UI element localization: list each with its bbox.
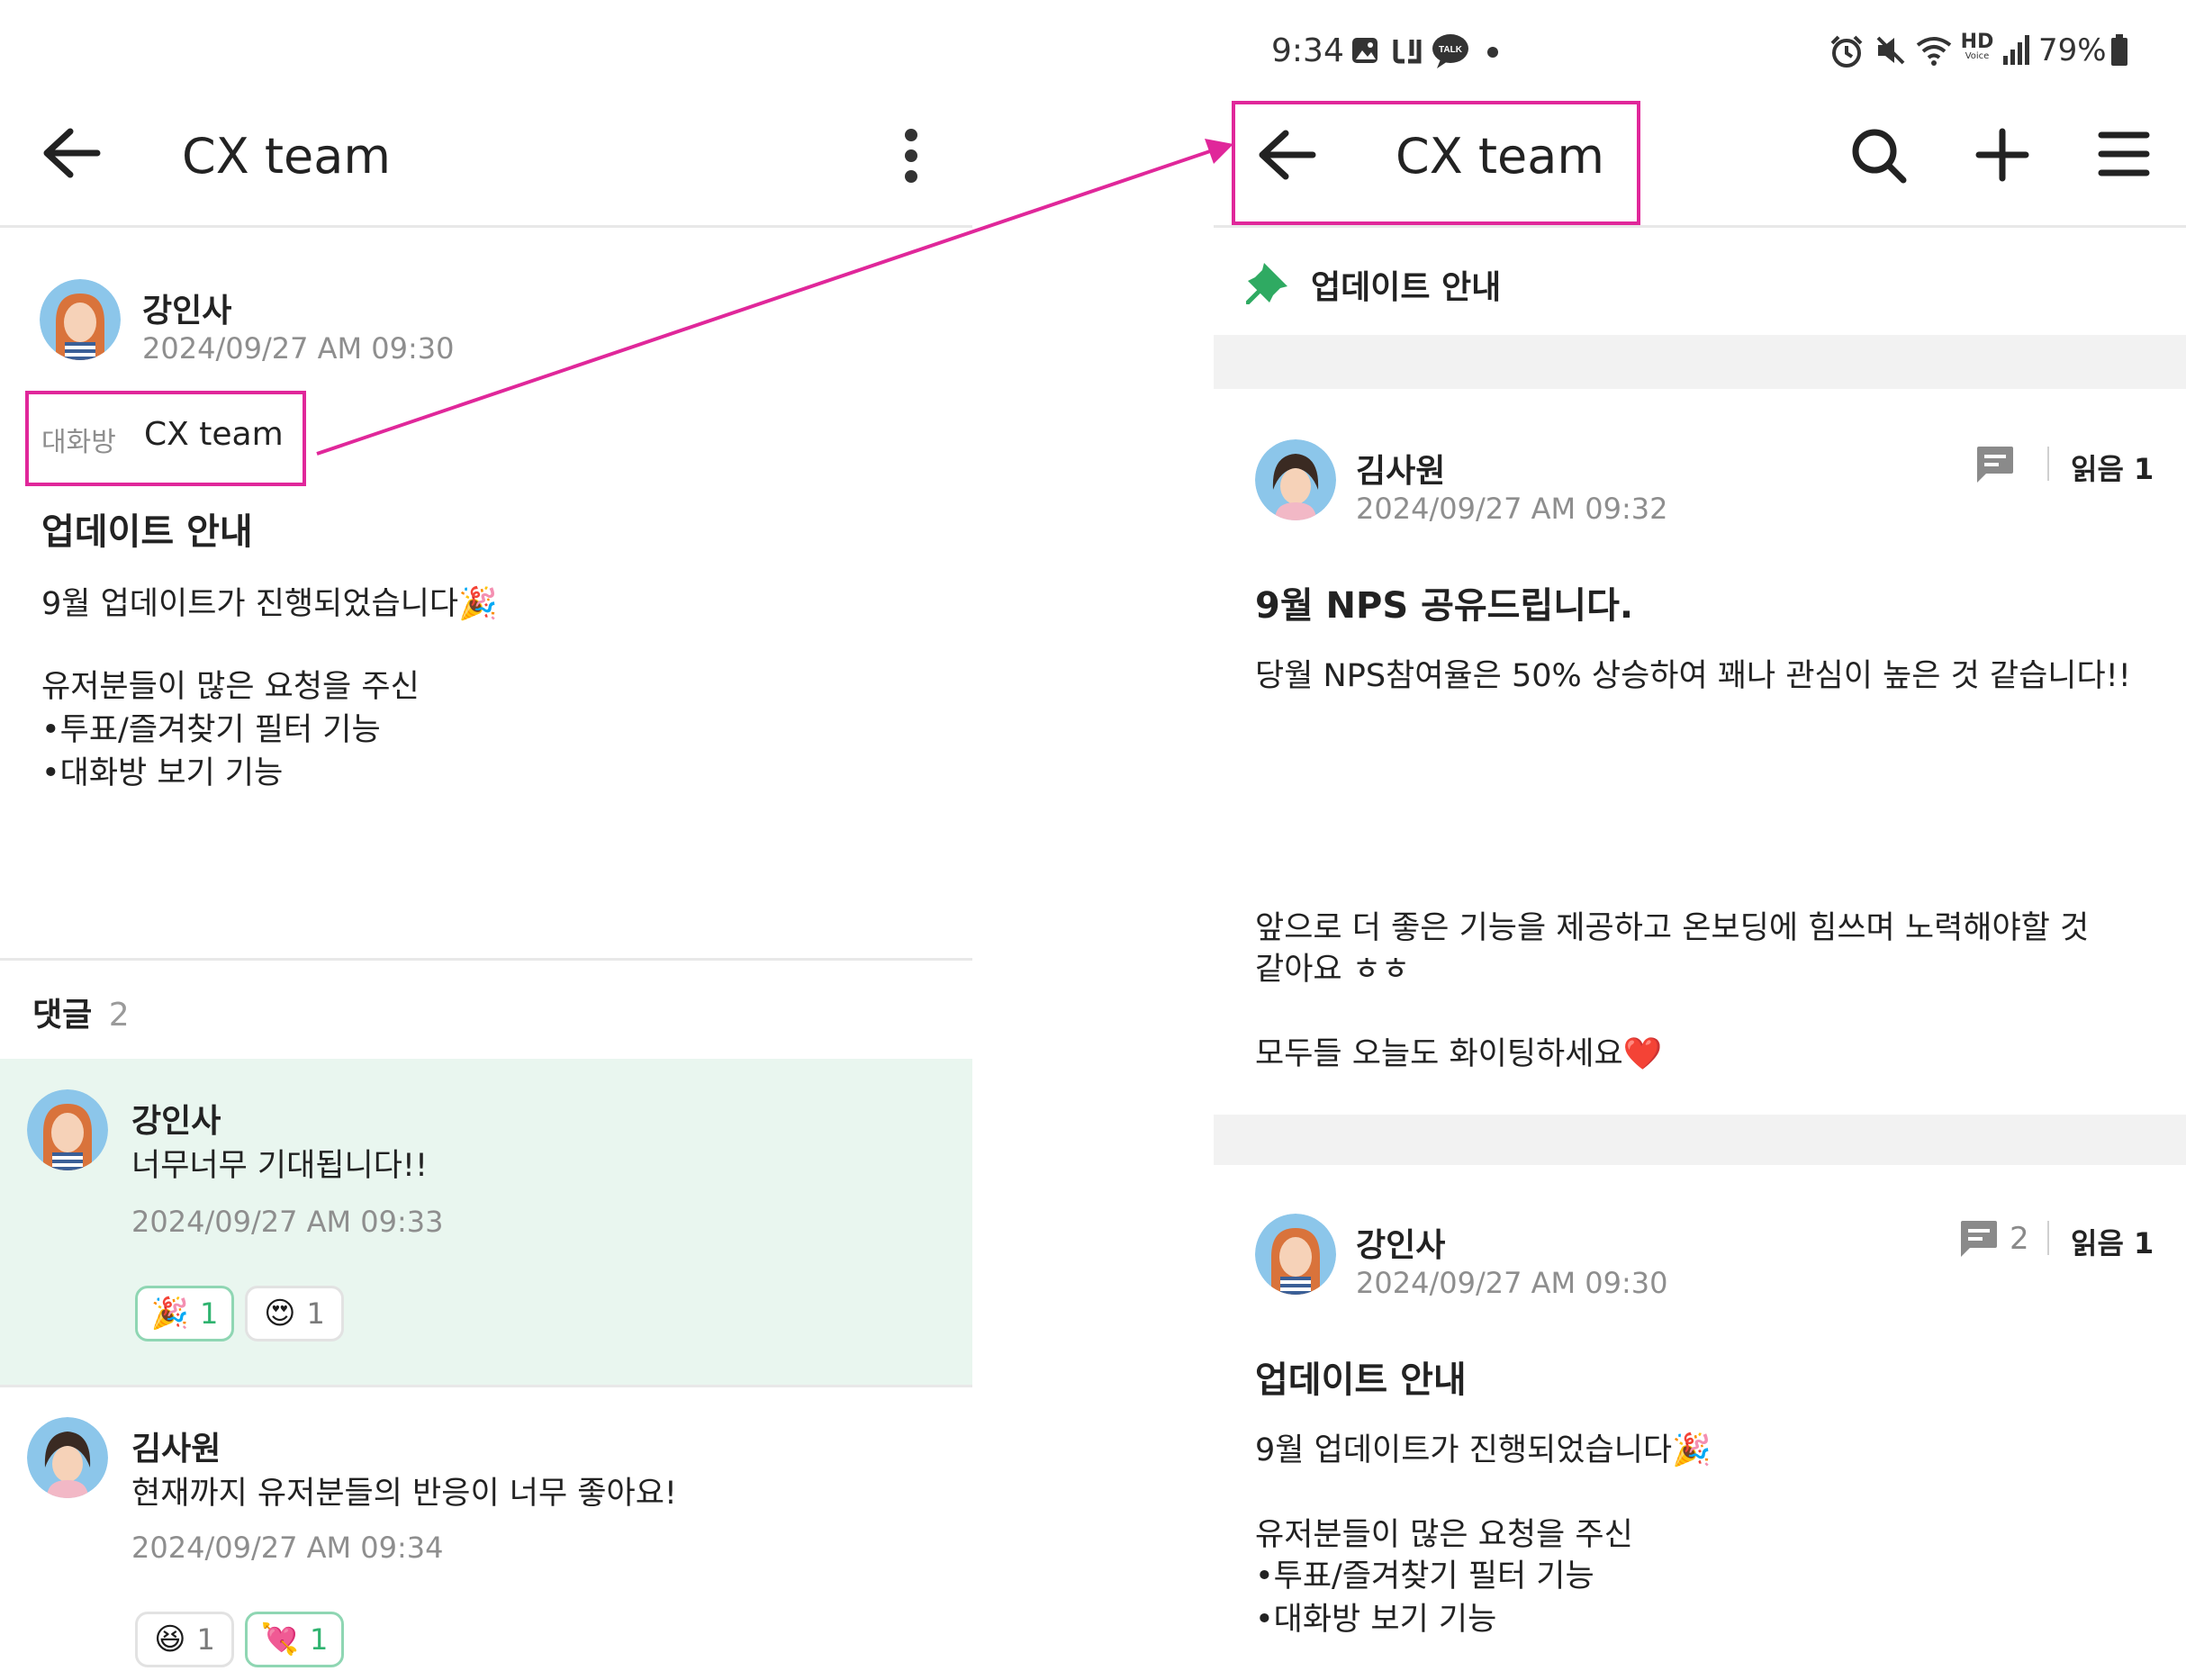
- comment-author: 강인사: [131, 1103, 221, 1140]
- reaction-count: 1: [199, 1296, 219, 1331]
- app-notification-icon: [1392, 36, 1423, 65]
- heart-eyes-emoji: 😍: [264, 1296, 296, 1332]
- avatar: [27, 1089, 108, 1170]
- header-divider: [0, 225, 972, 228]
- notice-text[interactable]: 업데이트 안내: [1311, 261, 1501, 308]
- battery-percent: 79%: [2038, 32, 2107, 68]
- post-line: 같아요 ㅎㅎ: [1255, 952, 1411, 988]
- heart-arrow-emoji: 💘: [260, 1621, 299, 1657]
- comment-divider: [0, 1385, 972, 1387]
- menu-icon[interactable]: [2098, 130, 2150, 178]
- post-line: 유저분들이 많은 요청을 주신: [41, 669, 420, 705]
- laughing-emoji: 😆: [154, 1621, 186, 1657]
- comment-date: 2024/09/27 AM 09:34: [131, 1531, 444, 1565]
- post-date: 2024/09/27 AM 09:30: [1356, 1266, 1668, 1300]
- post-line: 모두들 오늘도 화이팅하세요❤️: [1255, 1036, 1663, 1072]
- add-icon[interactable]: [1974, 126, 2031, 184]
- gallery-icon: [1350, 36, 1379, 65]
- reaction-chip[interactable]: 🎉 1: [135, 1286, 234, 1341]
- avatar: [1255, 1214, 1336, 1295]
- comment-date: 2024/09/27 AM 09:33: [131, 1205, 444, 1239]
- search-icon[interactable]: [1849, 126, 1909, 185]
- avatar: [40, 279, 121, 360]
- avatar: [27, 1417, 108, 1498]
- comment-text: 현재까지 유저분들의 반응이 너무 좋아요!: [131, 1476, 677, 1512]
- post-line: 당월 NPS참여율은 50% 상승하여 꽤나 관심이 높은 것 같습니다!!: [1255, 658, 2131, 694]
- post-line: 유저분들이 많은 요청을 주신: [1255, 1517, 1633, 1553]
- voice-label: Voice: [1965, 51, 1990, 61]
- post-line: •대화방 보기 기능: [1255, 1602, 1497, 1638]
- meta-divider: [2047, 447, 2049, 481]
- post-date: 2024/09/27 AM 09:32: [1356, 492, 1668, 526]
- comment-text: 너무너무 기대됩니다!!: [131, 1148, 428, 1184]
- talk-icon: TALK: [1432, 32, 1469, 68]
- battery-icon: [2110, 34, 2128, 67]
- reaction-chip[interactable]: 😍 1: [245, 1286, 344, 1341]
- header-title: CX team: [182, 128, 391, 185]
- reaction-chip[interactable]: 💘 1: [245, 1612, 344, 1667]
- reaction-count: 1: [309, 1622, 329, 1657]
- alarm-icon: [1829, 34, 1864, 68]
- section-gap: [1214, 335, 2186, 389]
- header-divider: [1214, 225, 2186, 228]
- reaction-count: 1: [306, 1296, 325, 1331]
- post-title: 업데이트 안내: [1255, 1359, 1467, 1401]
- post-author: 김사원: [1356, 453, 1446, 490]
- comments-title: 댓글: [32, 997, 93, 1034]
- notification-dot: [1487, 47, 1498, 58]
- signal-icon: [2002, 34, 2029, 65]
- comments-label: 댓글 2: [32, 989, 130, 1035]
- back-arrow-icon[interactable]: [40, 126, 103, 180]
- header-title-highlight: [1232, 101, 1640, 225]
- comment-icon[interactable]: [1959, 1219, 1999, 1259]
- post-line: •대화방 보기 기능: [41, 755, 284, 791]
- section-gap: [1214, 1115, 2186, 1165]
- post-line: 앞으로 더 좋은 기능을 제공하고 온보딩에 힘쓰며 노력해야할 것: [1255, 910, 2090, 946]
- pin-icon: [1246, 259, 1291, 304]
- room-name-highlight: [25, 391, 306, 486]
- post-line: 9월 업데이트가 진행되었습니다🎉: [41, 586, 498, 622]
- comment-author: 김사원: [131, 1431, 221, 1468]
- post-author: 강인사: [142, 293, 232, 330]
- post-line: •투표/즐겨찾기 필터 기능: [1255, 1558, 1594, 1594]
- wifi-icon: [1914, 34, 1954, 67]
- mute-icon: [1874, 34, 1907, 67]
- reaction-count: 1: [196, 1622, 215, 1657]
- post-title: 업데이트 안내: [41, 511, 253, 553]
- comment-count: 2: [2010, 1221, 2029, 1257]
- post-author: 강인사: [1356, 1227, 1446, 1264]
- hd-voice-icon: HD Voice: [1959, 32, 1995, 61]
- read-count[interactable]: 읽음 1: [2071, 1221, 2154, 1262]
- talk-label: TALK: [1439, 45, 1463, 55]
- connector-arrow: [316, 139, 1233, 456]
- comments-divider: [0, 958, 972, 961]
- post-line: •투표/즐겨찾기 필터 기능: [41, 712, 381, 748]
- read-count[interactable]: 읽음 1: [2071, 447, 2154, 488]
- comment-icon[interactable]: [1975, 445, 2015, 484]
- party-popper-emoji: 🎉: [150, 1296, 189, 1332]
- post-title: 9월 NPS 공유드립니다.: [1255, 585, 1634, 627]
- reaction-chip[interactable]: 😆 1: [135, 1612, 234, 1667]
- avatar: [1255, 439, 1336, 520]
- hd-label: HD: [1960, 31, 1994, 53]
- status-time: 9:34: [1271, 32, 1344, 69]
- post-date: 2024/09/27 AM 09:30: [142, 331, 455, 366]
- meta-divider: [2047, 1221, 2049, 1255]
- post-line: 9월 업데이트가 진행되었습니다🎉: [1255, 1432, 1712, 1468]
- more-options-icon[interactable]: [900, 126, 922, 185]
- comments-count: 2: [108, 997, 130, 1034]
